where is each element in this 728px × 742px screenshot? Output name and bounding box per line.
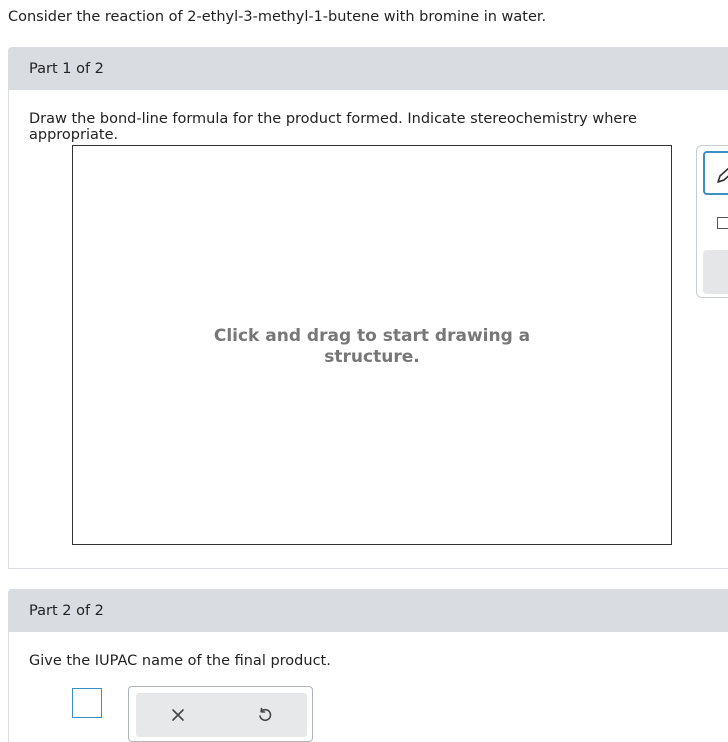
undo-icon	[259, 707, 272, 722]
part2-header: Part 2 of 2	[8, 589, 728, 632]
pencil-tool-button[interactable]	[703, 151, 728, 195]
clear-button[interactable]	[148, 693, 208, 737]
canvas-hint: Click and drag to start drawing a struct…	[213, 326, 531, 367]
reset-button[interactable]	[235, 693, 295, 737]
drawing-toolbar	[696, 145, 728, 298]
part1-header: Part 1 of 2	[8, 47, 728, 90]
close-icon	[172, 709, 184, 721]
drawing-canvas[interactable]: Click and drag to start drawing a struct…	[72, 145, 672, 545]
iupac-answer-input[interactable]	[72, 688, 102, 718]
square-icon[interactable]	[717, 217, 728, 229]
answer-actions-inner	[136, 693, 307, 737]
part2-header-label: Part 2 of 2	[29, 603, 104, 619]
question-text: Consider the reaction of 2-ethyl-3-methy…	[8, 9, 547, 25]
tool-button[interactable]	[703, 250, 728, 294]
part2-body	[8, 632, 728, 742]
answer-actions	[128, 686, 313, 742]
page: Consider the reaction of 2-ethyl-3-methy…	[0, 0, 728, 742]
part2-instruction: Give the IUPAC name of the final product…	[29, 653, 331, 669]
part1-header-label: Part 1 of 2	[29, 61, 104, 77]
pencil-icon	[717, 167, 728, 183]
part1-instruction: Draw the bond-line formula for the produ…	[29, 111, 637, 143]
